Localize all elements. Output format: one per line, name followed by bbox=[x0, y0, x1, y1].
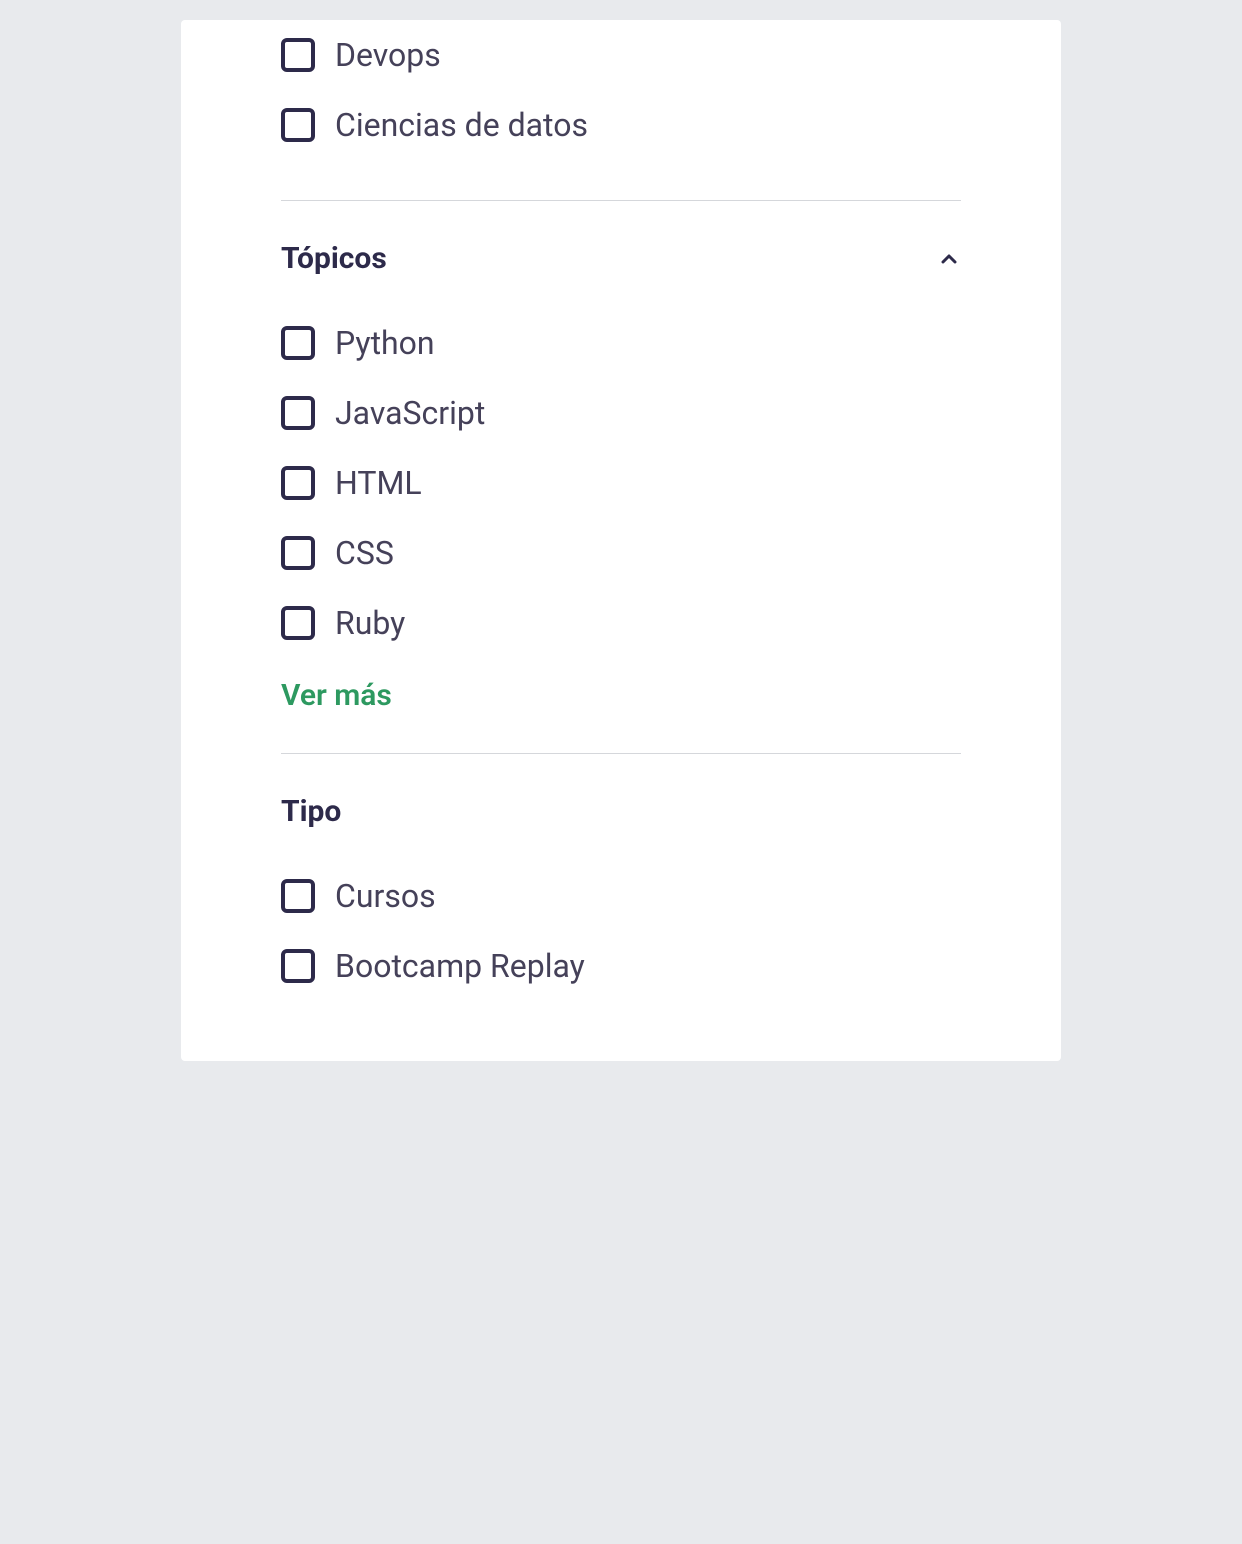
checkbox-javascript[interactable]: JavaScript bbox=[281, 378, 961, 448]
checkbox-icon bbox=[281, 949, 315, 983]
checkbox-label: HTML bbox=[335, 464, 422, 502]
checkbox-label: CSS bbox=[335, 534, 394, 572]
checkbox-cursos[interactable]: Cursos bbox=[281, 861, 961, 931]
checkbox-devops[interactable]: Devops bbox=[281, 20, 961, 90]
trailing-filter-items: Devops Ciencias de datos bbox=[281, 20, 961, 201]
chevron-up-icon bbox=[937, 247, 961, 271]
filter-panel: Devops Ciencias de datos Tópicos Python … bbox=[181, 20, 1061, 1061]
type-title: Tipo bbox=[281, 794, 341, 829]
checkbox-ruby[interactable]: Ruby bbox=[281, 588, 961, 658]
checkbox-icon bbox=[281, 396, 315, 430]
checkbox-label: Bootcamp Replay bbox=[335, 947, 585, 985]
topics-title: Tópicos bbox=[281, 241, 387, 276]
checkbox-icon bbox=[281, 108, 315, 142]
type-section: Tipo Cursos Bootcamp Replay bbox=[281, 754, 961, 1001]
checkbox-icon bbox=[281, 38, 315, 72]
type-header[interactable]: Tipo bbox=[281, 794, 961, 829]
topics-header[interactable]: Tópicos bbox=[281, 241, 961, 276]
checkbox-icon bbox=[281, 326, 315, 360]
checkbox-label: JavaScript bbox=[335, 394, 485, 432]
checkbox-label: Cursos bbox=[335, 877, 436, 915]
topics-section: Tópicos Python JavaScript HTML CSS Ruby … bbox=[281, 201, 961, 754]
checkbox-ciencias-de-datos[interactable]: Ciencias de datos bbox=[281, 90, 961, 160]
checkbox-css[interactable]: CSS bbox=[281, 518, 961, 588]
checkbox-bootcamp-replay[interactable]: Bootcamp Replay bbox=[281, 931, 961, 1001]
show-more-link[interactable]: Ver más bbox=[281, 678, 961, 713]
checkbox-label: Ruby bbox=[335, 604, 405, 642]
checkbox-icon bbox=[281, 606, 315, 640]
checkbox-icon bbox=[281, 879, 315, 913]
checkbox-label: Ciencias de datos bbox=[335, 106, 588, 144]
checkbox-label: Devops bbox=[335, 36, 441, 74]
checkbox-icon bbox=[281, 466, 315, 500]
checkbox-icon bbox=[281, 536, 315, 570]
checkbox-python[interactable]: Python bbox=[281, 308, 961, 378]
checkbox-label: Python bbox=[335, 324, 435, 362]
checkbox-html[interactable]: HTML bbox=[281, 448, 961, 518]
